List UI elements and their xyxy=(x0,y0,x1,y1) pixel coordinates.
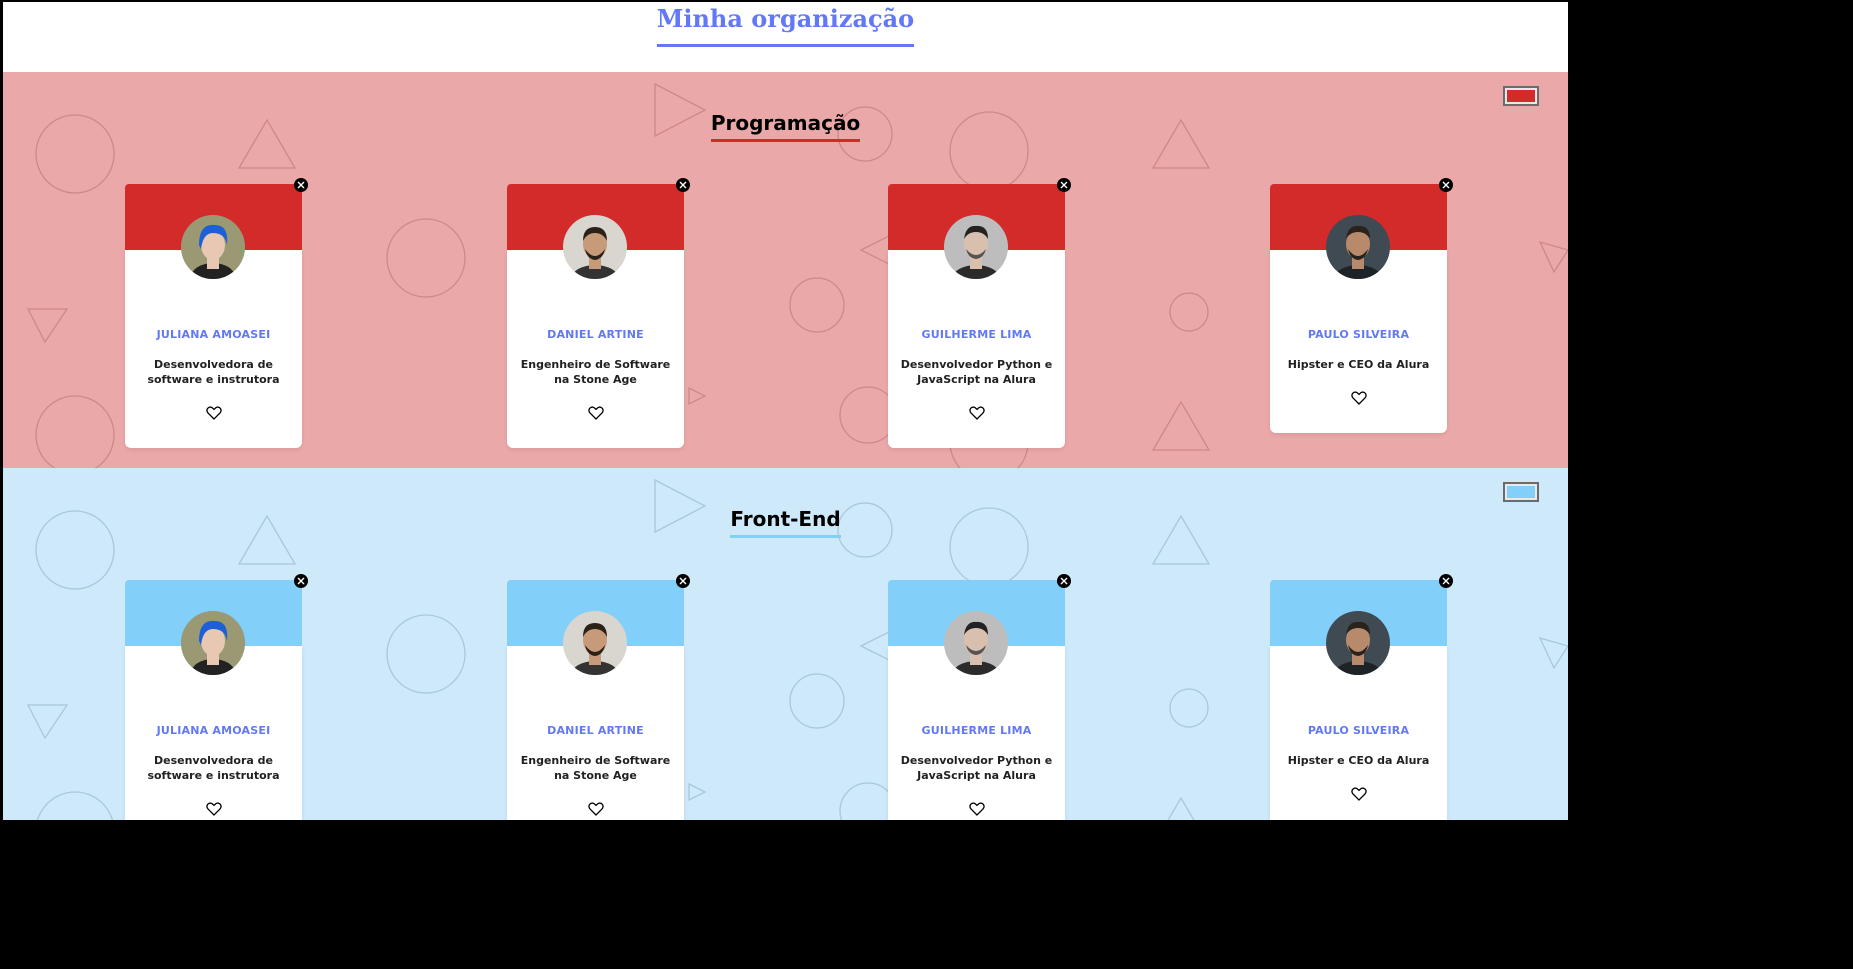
delete-member-button[interactable] xyxy=(676,178,690,192)
member-card: DANIEL ARTINE Engenheiro de Software na … xyxy=(507,574,690,820)
close-icon xyxy=(1442,181,1450,189)
team-color-picker[interactable] xyxy=(1503,86,1539,106)
member-role: Engenheiro de Software na Stone Age xyxy=(520,358,671,386)
card-body: DANIEL ARTINE Engenheiro de Software na … xyxy=(507,250,684,448)
heart-outline-icon xyxy=(205,406,222,420)
favorite-button[interactable] xyxy=(205,405,222,420)
card-header xyxy=(1270,574,1453,675)
card-body: GUILHERME LIMA Desenvolvedor Python e Ja… xyxy=(888,250,1065,448)
member-name: JULIANA AMOASEI xyxy=(156,724,271,737)
team-title: Programação xyxy=(3,111,1568,142)
team-title-text: Front-End xyxy=(730,507,841,538)
delete-member-button[interactable] xyxy=(676,574,690,588)
team-color-fill xyxy=(1507,486,1535,498)
team-title-text: Programação xyxy=(710,111,861,142)
heart-outline-icon xyxy=(968,802,985,816)
team-color-picker[interactable] xyxy=(1503,482,1539,502)
member-card: JULIANA AMOASEI Desenvolvedora de softwa… xyxy=(125,178,308,448)
member-role: Engenheiro de Software na Stone Age xyxy=(520,754,671,782)
heart-outline-icon xyxy=(587,802,604,816)
favorite-button[interactable] xyxy=(968,405,985,420)
favorite-button[interactable] xyxy=(968,801,985,816)
card-header xyxy=(888,178,1071,279)
close-icon xyxy=(1060,577,1068,585)
member-name: DANIEL ARTINE xyxy=(547,724,644,737)
avatar xyxy=(944,215,1008,279)
close-icon xyxy=(1442,577,1450,585)
member-name: PAULO SILVEIRA xyxy=(1307,328,1410,341)
member-role: Hipster e CEO da Alura xyxy=(1287,358,1430,371)
card-body: JULIANA AMOASEI Desenvolvedora de softwa… xyxy=(125,250,302,448)
favorite-button[interactable] xyxy=(587,405,604,420)
card-header xyxy=(1270,178,1453,279)
avatar xyxy=(563,611,627,675)
delete-member-button[interactable] xyxy=(1057,178,1071,192)
favorite-button[interactable] xyxy=(1350,390,1367,405)
close-icon xyxy=(1060,181,1068,189)
member-role: Desenvolvedora de software e instrutora xyxy=(147,754,280,782)
member-name: JULIANA AMOASEI xyxy=(156,328,271,341)
card-header xyxy=(125,574,308,675)
member-role: Desenvolvedor Python e JavaScript na Alu… xyxy=(900,754,1053,782)
delete-member-button[interactable] xyxy=(1439,178,1453,192)
member-card: PAULO SILVEIRA Hipster e CEO da Alura xyxy=(1270,178,1453,433)
delete-member-button[interactable] xyxy=(294,178,308,192)
member-name: GUILHERME LIMA xyxy=(921,724,1032,737)
header: Minha organização xyxy=(3,4,1568,47)
member-name: GUILHERME LIMA xyxy=(921,328,1032,341)
close-icon xyxy=(297,181,305,189)
card-header xyxy=(507,178,690,279)
member-name: PAULO SILVEIRA xyxy=(1307,724,1410,737)
member-card: DANIEL ARTINE Engenheiro de Software na … xyxy=(507,178,690,448)
page-title: Minha organização xyxy=(656,4,915,47)
member-role: Desenvolvedor Python e JavaScript na Alu… xyxy=(900,358,1053,386)
close-icon xyxy=(297,577,305,585)
member-card: GUILHERME LIMA Desenvolvedor Python e Ja… xyxy=(888,178,1071,448)
close-icon xyxy=(679,181,687,189)
card-header xyxy=(888,574,1071,675)
member-role: Hipster e CEO da Alura xyxy=(1287,754,1430,767)
avatar xyxy=(563,215,627,279)
card-header xyxy=(125,178,308,279)
member-card: GUILHERME LIMA Desenvolvedor Python e Ja… xyxy=(888,574,1071,820)
delete-member-button[interactable] xyxy=(1439,574,1453,588)
heart-outline-icon xyxy=(1350,787,1367,801)
avatar xyxy=(1326,611,1390,675)
favorite-button[interactable] xyxy=(1350,786,1367,801)
avatar xyxy=(181,611,245,675)
member-role: Desenvolvedora de software e instrutora xyxy=(147,358,280,386)
card-header xyxy=(507,574,690,675)
delete-member-button[interactable] xyxy=(1057,574,1071,588)
page: Minha organização Programação JULIANA AM… xyxy=(3,2,1568,820)
avatar xyxy=(944,611,1008,675)
team-title: Front-End xyxy=(3,507,1568,538)
heart-outline-icon xyxy=(1350,391,1367,405)
member-name: DANIEL ARTINE xyxy=(547,328,644,341)
avatar xyxy=(1326,215,1390,279)
heart-outline-icon xyxy=(587,406,604,420)
team-color-fill xyxy=(1507,90,1535,102)
delete-member-button[interactable] xyxy=(294,574,308,588)
member-card: JULIANA AMOASEI Desenvolvedora de softwa… xyxy=(125,574,308,820)
heart-outline-icon xyxy=(968,406,985,420)
favorite-button[interactable] xyxy=(587,801,604,816)
favorite-button[interactable] xyxy=(205,801,222,816)
member-card: PAULO SILVEIRA Hipster e CEO da Alura xyxy=(1270,574,1453,820)
avatar xyxy=(181,215,245,279)
heart-outline-icon xyxy=(205,802,222,816)
team-section-programacao: Programação JULIANA AMOASEI Desenvolvedo… xyxy=(3,72,1568,468)
close-icon xyxy=(679,577,687,585)
team-section-front-end: Front-End JULIANA AMOASEI Desenvolvedora… xyxy=(3,468,1568,820)
